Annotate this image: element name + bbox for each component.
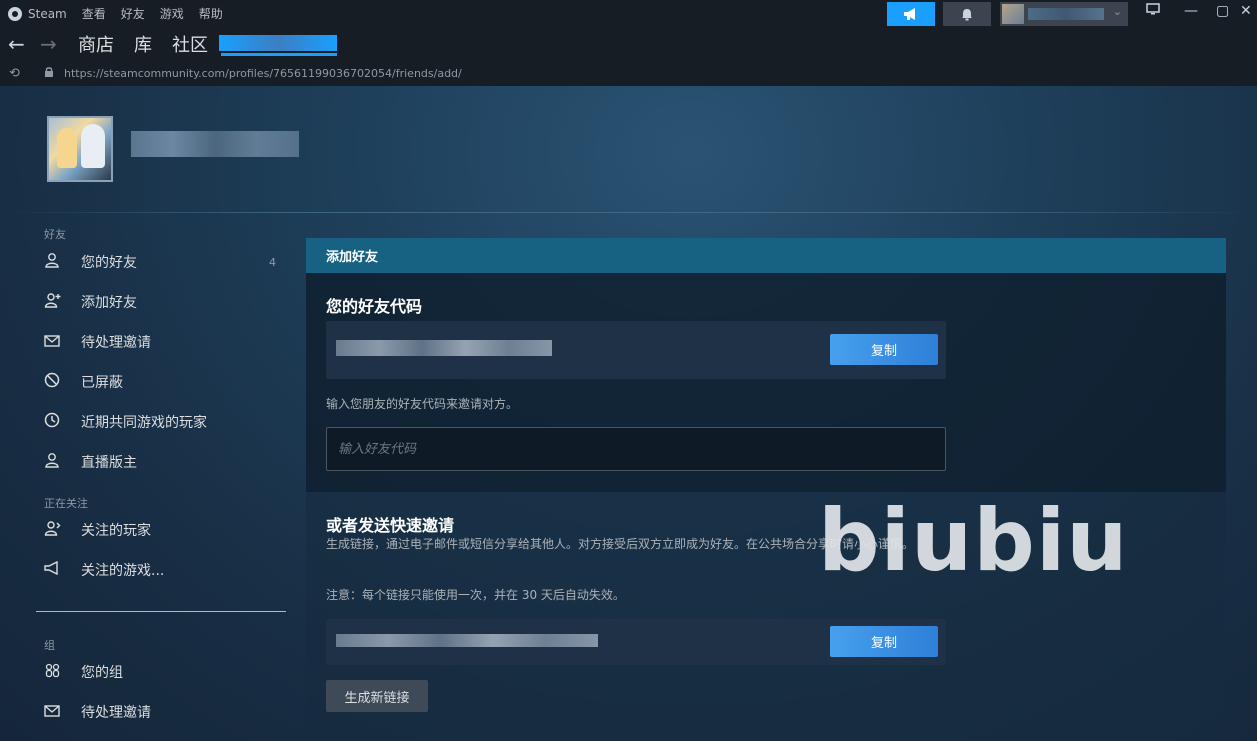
enter-code-hint: 输入您朋友的好友代码来邀请对方。: [326, 397, 519, 411]
profile-avatar[interactable]: [47, 116, 113, 182]
blocked-icon: [44, 372, 81, 392]
friend-code-title: 您的好友代码: [326, 297, 423, 316]
person-icon: [44, 252, 81, 272]
sidebar-item-your-friends[interactable]: 您的好友 4: [44, 249, 284, 275]
tab-community[interactable]: 社区: [172, 31, 208, 57]
invite-link-redacted: [336, 634, 598, 647]
sidebar-item-followed-games[interactable]: 关注的游戏...: [44, 557, 284, 583]
sidebar-item-label: 关注的玩家: [81, 523, 151, 539]
back-arrow-icon[interactable]: ←: [8, 32, 32, 56]
announcements-button[interactable]: [887, 2, 935, 26]
big-picture-icon[interactable]: [1146, 3, 1160, 19]
menu-view[interactable]: 查看: [82, 5, 106, 22]
sidebar-item-group-invites[interactable]: 待处理邀请: [44, 699, 284, 725]
add-person-icon: [44, 292, 81, 312]
group-icon: [44, 662, 81, 682]
url-bar: ⟲ https://steamcommunity.com/profiles/76…: [0, 61, 1257, 86]
reload-icon[interactable]: ⟲: [9, 66, 27, 81]
sidebar-item-blocked[interactable]: 已屏蔽: [44, 369, 284, 395]
sidebar-item-followed-players[interactable]: 关注的玩家: [44, 517, 284, 543]
megaphone-icon: [44, 560, 81, 579]
tab-library[interactable]: 库: [134, 31, 152, 57]
sidebar-section-friends: 好友: [44, 228, 66, 241]
chevron-down-icon: ⌄: [1112, 5, 1122, 18]
invite-link-note: 注意：每个链接只能使用一次，并在 30 天后自动失效。: [326, 588, 625, 602]
account-avatar: [1002, 4, 1024, 24]
bell-icon: [962, 8, 972, 20]
sidebar-item-label: 您的组: [81, 665, 123, 681]
envelope-icon: [44, 703, 81, 721]
sidebar-item-label: 添加好友: [81, 295, 137, 311]
forward-arrow-icon[interactable]: →: [40, 32, 64, 56]
friend-code-panel: 您的好友代码 复制 输入您朋友的好友代码来邀请对方。: [306, 273, 1226, 492]
sidebar-item-broadcast-moderators[interactable]: 直播版主: [44, 449, 284, 475]
page-content: 好友 您的好友 4 添加好友 待处理邀请 已屏蔽 近期共同游戏的玩家 直播版主 …: [0, 86, 1257, 741]
maximize-button[interactable]: ▢: [1216, 3, 1229, 19]
generate-new-link-button[interactable]: 生成新链接: [326, 680, 428, 712]
lock-icon: [44, 66, 64, 81]
copy-invite-link-button[interactable]: 复制: [830, 626, 938, 657]
megaphone-icon: [904, 8, 915, 20]
sidebar-section-following: 正在关注: [44, 497, 88, 510]
sidebar-item-your-groups[interactable]: 您的组: [44, 659, 284, 685]
menu-help[interactable]: 帮助: [199, 5, 223, 22]
tab-store[interactable]: 商店: [78, 31, 114, 57]
friend-code-redacted: [336, 340, 552, 356]
sidebar-item-label: 直播版主: [81, 455, 137, 471]
quick-invite-title: 或者发送快速邀请: [326, 516, 455, 535]
tab-username-redacted[interactable]: [219, 35, 337, 51]
account-name-redacted: [1028, 8, 1104, 20]
url-text[interactable]: https://steamcommunity.com/profiles/7656…: [64, 67, 462, 80]
friend-code-input[interactable]: [326, 427, 946, 471]
sidebar-item-pending-invites[interactable]: 待处理邀请: [44, 329, 284, 355]
active-tab-underline: [221, 53, 337, 56]
sidebar-item-recently-played-with[interactable]: 近期共同游戏的玩家: [44, 409, 284, 435]
sidebar-item-label: 近期共同游戏的玩家: [81, 415, 207, 431]
notifications-button[interactable]: [943, 2, 991, 26]
copy-friend-code-button[interactable]: 复制: [830, 334, 938, 365]
friend-code-box: 复制: [326, 321, 946, 379]
menu-friends[interactable]: 好友: [121, 5, 145, 22]
minimize-button[interactable]: —: [1184, 3, 1198, 19]
invite-link-box: 复制: [326, 619, 946, 665]
clock-icon: [44, 412, 81, 432]
envelope-icon: [44, 333, 81, 351]
menu-steam[interactable]: Steam: [28, 7, 67, 21]
sidebar-item-label: 关注的游戏...: [81, 563, 165, 579]
title-bar: Steam 查看 好友 游戏 帮助 ⌄ — ▢ ✕: [0, 0, 1257, 27]
person-icon: [44, 452, 81, 472]
sidebar-item-label: 已屏蔽: [81, 375, 123, 391]
sidebar-item-label: 您的好友: [81, 255, 137, 271]
nav-bar: ← → 商店 库 社区: [0, 27, 1257, 61]
close-button[interactable]: ✕: [1240, 3, 1252, 19]
sidebar-section-groups: 组: [44, 639, 55, 652]
friends-count: 4: [269, 255, 276, 269]
header-divider: [0, 212, 1257, 213]
menu-games[interactable]: 游戏: [160, 5, 184, 22]
sidebar-item-label: 待处理邀请: [81, 335, 151, 351]
watermark: biubiu: [818, 491, 1129, 591]
sidebar-divider: [36, 611, 286, 612]
account-menu-button[interactable]: ⌄: [1000, 2, 1128, 26]
sidebar-item-label: 待处理邀请: [81, 705, 151, 721]
add-friend-header: 添加好友: [306, 238, 1226, 273]
follow-person-icon: [44, 520, 81, 540]
sidebar-item-add-friend[interactable]: 添加好友: [44, 289, 284, 315]
steam-logo-icon: [8, 6, 22, 21]
profile-name-redacted[interactable]: [131, 131, 299, 157]
